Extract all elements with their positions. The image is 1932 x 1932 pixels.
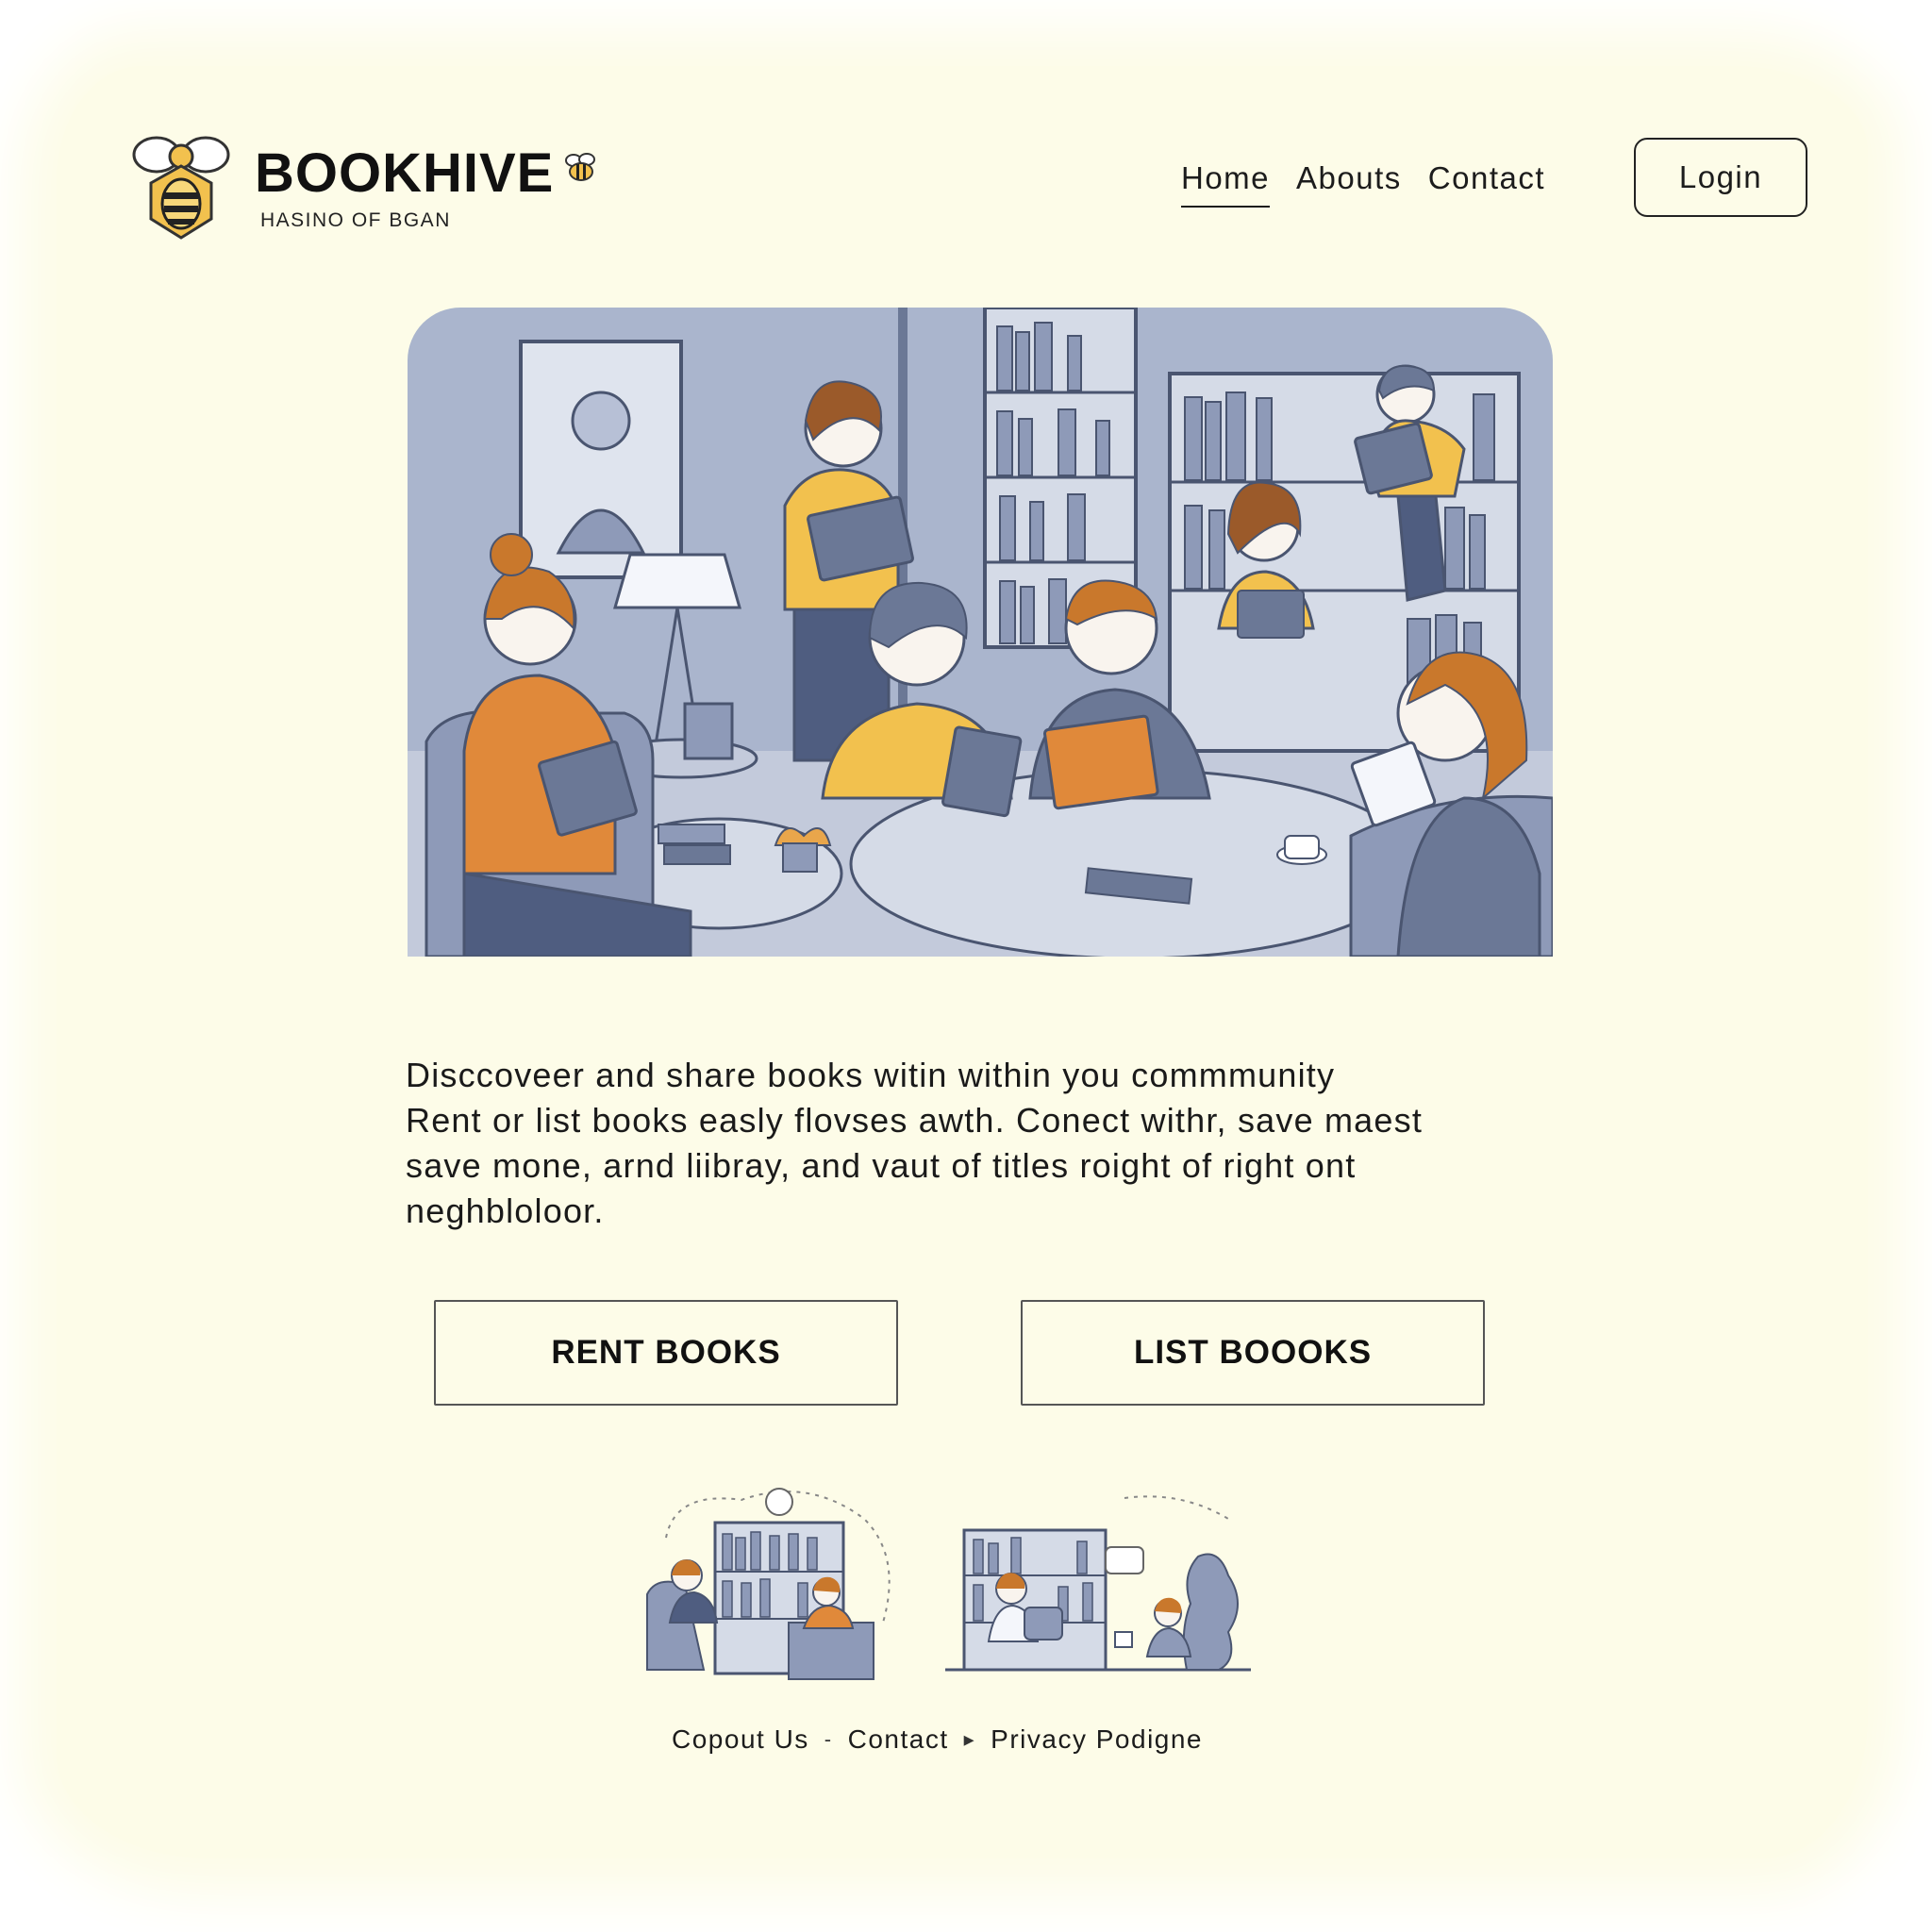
description-line: neghbloloor.: [406, 1191, 605, 1230]
nav-home[interactable]: Home: [1181, 160, 1271, 208]
brand-tagline: HASINO OF BGAN: [260, 209, 451, 231]
description-line: Disccoveer and share books witin within …: [406, 1056, 1336, 1094]
footer-link-copout-us[interactable]: Copout Us: [672, 1724, 809, 1755]
list-books-button[interactable]: LIST BOOOKS: [1021, 1300, 1485, 1406]
nav-contact[interactable]: Contact: [1428, 160, 1545, 208]
footer-link-contact[interactable]: Contact: [848, 1724, 949, 1755]
nav-abouts[interactable]: Abouts: [1296, 160, 1402, 208]
description-line: save mone, arnd liibray, and vaut of tit…: [406, 1146, 1357, 1185]
rent-books-button[interactable]: RENT BOOKS: [434, 1300, 898, 1406]
small-bee-icon: [565, 153, 595, 181]
book-sharing-illustration: [945, 1495, 1251, 1672]
footer-arrow-icon: ▸: [963, 1727, 976, 1751]
main-nav: Home Abouts Contact: [1181, 160, 1545, 208]
brand-name: BOOKHIVE: [255, 142, 555, 204]
bee-logo-icon: [132, 136, 230, 240]
reading-corner-illustration: [646, 1488, 891, 1680]
footer-links: Copout Us - Contact ▸ Privacy Podigne: [672, 1724, 1203, 1755]
hero-illustration: [408, 308, 1553, 957]
footer-link-privacy[interactable]: Privacy Podigne: [991, 1724, 1203, 1755]
footer-separator: -: [824, 1727, 833, 1751]
description-line: Rent or list books easly flovses awth. C…: [406, 1101, 1424, 1140]
login-button[interactable]: Login: [1634, 138, 1807, 217]
hero-description: Disccoveer and share books witin within …: [406, 1053, 1557, 1234]
